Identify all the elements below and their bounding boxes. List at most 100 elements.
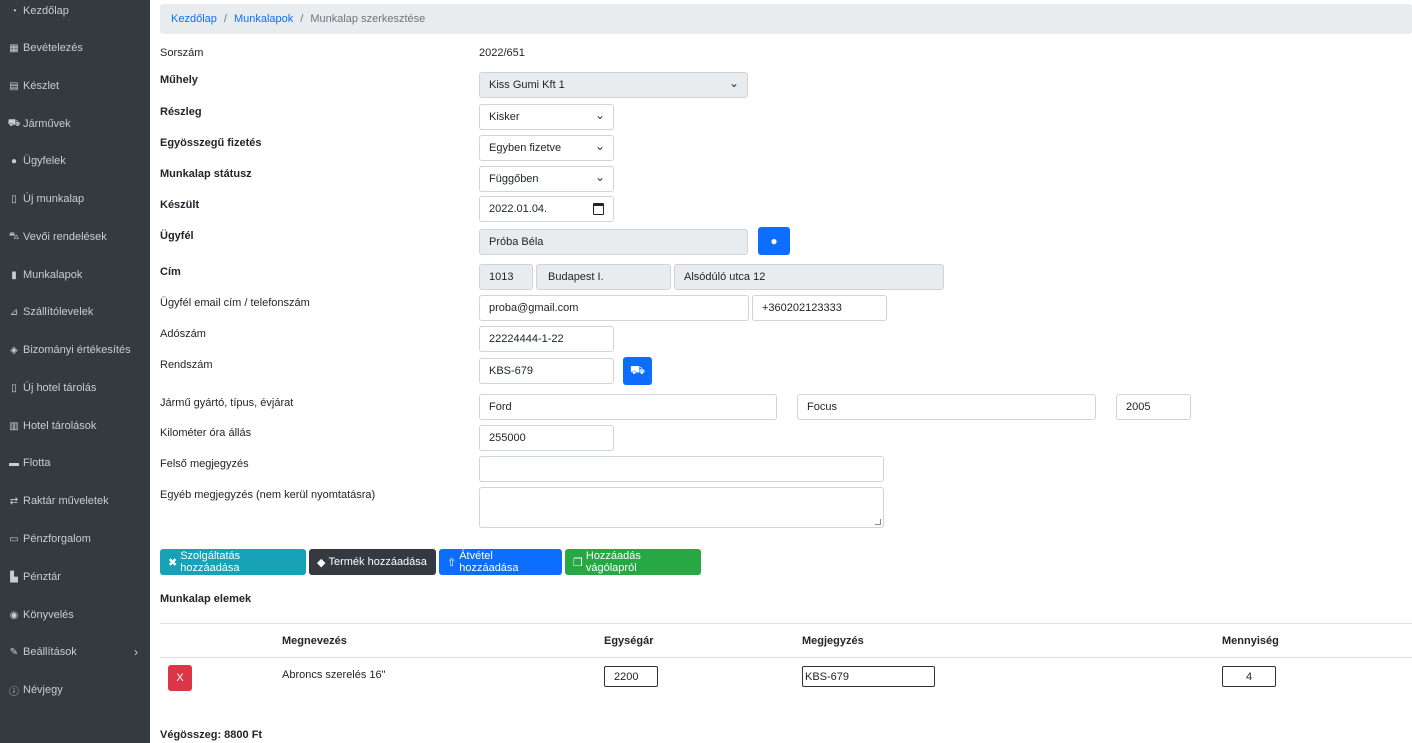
row-price-input[interactable]: 2200 <box>604 666 658 687</box>
row-price-value: 2200 <box>614 670 639 683</box>
cim-city-input[interactable]: Budapest I. <box>536 264 671 290</box>
adoszam-value: 22224444-1-22 <box>489 333 564 345</box>
reszleg-select-value: Kisker <box>489 111 520 123</box>
statusz-select-value: Függőben <box>489 173 539 185</box>
exchange-icon: ⇄ <box>9 495 19 507</box>
add-service-button[interactable]: ✖ Szolgáltatás hozzáadása <box>160 549 306 575</box>
km-input[interactable]: 255000 <box>479 425 614 451</box>
rendszam-value: KBS-679 <box>489 365 534 377</box>
sorszam-value: 2022/651 <box>479 47 525 59</box>
total-amount: Végösszeg: 8800 Ft <box>160 729 263 741</box>
sidebar-item-nevjegy[interactable]: ⓘ Névjegy <box>8 680 144 700</box>
sidebar-item-szallitolevelek[interactable]: ⊿ Szállítólevelek <box>8 302 144 322</box>
sidebar-item-konyveles[interactable]: ◉ Könyvelés <box>8 605 144 625</box>
sidebar-item-raktar[interactable]: ⇄ Raktár műveletek <box>8 491 144 511</box>
ugyfel-label: Ügyfél <box>160 230 194 242</box>
jarmu-year-input[interactable]: 2005 <box>1116 394 1191 420</box>
add-from-clipboard-button[interactable]: ❐ Hozzáadás vágólapról <box>565 549 701 575</box>
rendszam-input[interactable]: KBS-679 <box>479 358 614 384</box>
sidebar-item-label: Flotta <box>23 457 51 469</box>
select-customer-button[interactable]: ● <box>758 227 790 255</box>
col-header-name: Megnevezés <box>282 635 347 647</box>
breadcrumb-home-link[interactable]: Kezdőlap <box>171 13 217 25</box>
add-service-label: Szolgáltatás hozzáadása <box>180 550 241 574</box>
sidebar-item-beallitasok[interactable]: ✎ Beállítások › <box>8 642 144 662</box>
sidebar-item-uj-hotel[interactable]: ▯ Új hotel tárolás <box>8 378 144 398</box>
email-input[interactable]: proba@gmail.com <box>479 295 749 321</box>
money-icon: ▭ <box>9 533 19 545</box>
phone-value: +360202123333 <box>762 302 842 314</box>
egyeb-megjegyzes-textarea[interactable] <box>479 487 884 528</box>
row-note-input[interactable]: KBS-679 <box>802 666 935 687</box>
tools-icon: ✖ <box>168 556 178 569</box>
car-icon: ⛟ <box>629 363 646 377</box>
user-icon: ● <box>10 155 18 167</box>
fizetes-select[interactable]: Egyben fizetve <box>479 135 614 161</box>
sidebar-item-label: Munkalapok <box>23 269 83 281</box>
sidebar-item-label: Új hotel tárolás <box>23 382 97 394</box>
handshake-icon: ◈ <box>10 344 18 356</box>
sidebar-item-label: Bevételezés <box>23 42 83 54</box>
file-icon: ▯ <box>11 382 17 394</box>
cim-zip-input[interactable]: 1013 <box>479 264 533 290</box>
jarmu-model-value: Focus <box>807 401 837 413</box>
select-vehicle-button[interactable]: ⛟ <box>623 357 652 385</box>
sidebar-item-bizomanyi[interactable]: ◈ Bizományi értékesítés <box>8 340 144 360</box>
resize-handle-icon[interactable] <box>875 519 881 525</box>
add-takeover-label: Átvétel hozzáadása <box>459 550 519 574</box>
sidebar-item-label: Hotel tárolások <box>23 420 97 432</box>
sidebar-item-kezdolap[interactable]: ◔ Kezdőlap <box>8 1 144 21</box>
add-product-button[interactable]: ◆ Termék hozzáadása <box>309 549 436 575</box>
km-value: 255000 <box>489 432 526 444</box>
sidebar-item-label: Új munkalap <box>23 193 85 205</box>
sidebar-item-label: Készlet <box>23 80 60 92</box>
ugyfel-input[interactable]: Próba Béla <box>479 229 748 255</box>
sidebar-item-jarmuvek[interactable]: ⛟ Járművek <box>8 114 144 134</box>
jarmu-make-input[interactable]: Ford <box>479 394 777 420</box>
sidebar-item-hotel-tarolasok[interactable]: ▥ Hotel tárolások <box>8 416 144 436</box>
delete-row-button[interactable]: X <box>168 665 192 691</box>
add-takeover-button[interactable]: ⇧ Átvétel hozzáadása <box>439 549 562 575</box>
table-header-divider <box>160 657 1412 658</box>
add-from-clipboard-label: Hozzáadás vágólapról <box>585 550 641 574</box>
sidebar-item-penzforgalom[interactable]: ▭ Pénzforgalom <box>8 529 144 549</box>
dolly-icon: ⊿ <box>9 306 19 318</box>
sidebar-item-uj-munkalap[interactable]: ▯ Új munkalap <box>8 189 144 209</box>
jarmu-make-value: Ford <box>489 401 512 413</box>
cim-street-input[interactable]: Alsódúló utca 12 <box>674 264 944 290</box>
sidebar-item-bevetelezes[interactable]: ▦ Bevételezés <box>8 38 144 58</box>
sidebar-item-munkalapok[interactable]: ▮ Munkalapok <box>8 265 144 285</box>
sidebar-item-label: Beállítások <box>23 646 77 658</box>
breadcrumb-current: Munkalap szerkesztése <box>310 13 426 25</box>
row-qty-input[interactable]: 4 <box>1222 666 1276 687</box>
row-name: Abroncs szerelés 16" <box>282 669 386 681</box>
sidebar-item-vevoi-rendelesek[interactable]: ⛍ Vevői rendelések <box>8 227 144 247</box>
cim-label: Cím <box>160 266 181 278</box>
adoszam-input[interactable]: 22224444-1-22 <box>479 326 614 352</box>
sidebar-item-flotta[interactable]: ▬ Flotta <box>8 453 144 473</box>
statusz-select[interactable]: Függőben <box>479 166 614 192</box>
fizetes-select-value: Egyben fizetve <box>489 142 562 154</box>
row-qty-value: 4 <box>1245 670 1253 683</box>
phone-input[interactable]: +360202123333 <box>752 295 887 321</box>
copy-icon: ❐ <box>573 556 583 569</box>
sidebar-item-ugyfelek[interactable]: ● Ügyfelek <box>8 151 144 171</box>
upload-icon: ⇧ <box>447 556 457 569</box>
sidebar-item-penztar[interactable]: ▙ Pénztár <box>8 567 144 587</box>
jarmu-model-input[interactable]: Focus <box>797 394 1096 420</box>
email-label: Ügyfél email cím / telefonszám <box>160 297 310 309</box>
felso-megjegyzes-input[interactable] <box>479 456 884 482</box>
file-icon: ▮ <box>11 269 17 281</box>
muhely-label: Műhely <box>160 74 198 86</box>
calendar-icon[interactable] <box>593 203 604 215</box>
sidebar-item-keszlet[interactable]: ▤ Készlet <box>8 76 144 96</box>
sidebar-item-label: Raktár műveletek <box>23 495 109 507</box>
cim-city-value: Budapest I. <box>548 271 604 283</box>
sidebar-item-label: Könyvelés <box>23 609 74 621</box>
muhely-select[interactable]: Kiss Gumi Kft 1 <box>479 72 748 98</box>
rendszam-label: Rendszám <box>160 359 213 371</box>
ugyfel-value: Próba Béla <box>489 236 544 248</box>
breadcrumb-list-link[interactable]: Munkalapok <box>234 13 293 25</box>
reszleg-select[interactable]: Kisker <box>479 104 614 130</box>
keszult-date-input[interactable]: 2022.01.04. <box>479 196 614 222</box>
